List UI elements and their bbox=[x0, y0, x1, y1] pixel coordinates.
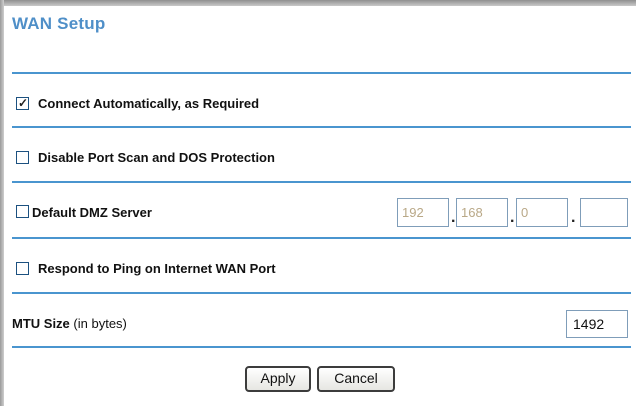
dmz-ip-octet-3[interactable]: 0 bbox=[516, 198, 568, 227]
ip-dot-separator: . bbox=[510, 209, 515, 226]
mtu-size-label-bold: MTU Size bbox=[12, 316, 70, 331]
check-icon: ✓ bbox=[18, 96, 29, 110]
separator bbox=[12, 292, 631, 294]
window-frame-top bbox=[0, 0, 636, 6]
connect-auto-label: Connect Automatically, as Required bbox=[38, 96, 260, 111]
apply-button[interactable]: Apply bbox=[245, 366, 311, 392]
cancel-button[interactable]: Cancel bbox=[317, 366, 395, 392]
separator bbox=[12, 126, 631, 128]
respond-ping-checkbox[interactable] bbox=[16, 262, 29, 275]
dmz-server-label: Default DMZ Server bbox=[32, 205, 152, 220]
mtu-size-label-suffix: (in bytes) bbox=[73, 316, 127, 331]
ip-dot-separator: . bbox=[451, 209, 456, 226]
page-title: WAN Setup bbox=[12, 14, 106, 33]
mtu-size-input[interactable]: 1492 bbox=[566, 310, 628, 338]
dmz-ip-octet-1[interactable]: 192 bbox=[397, 198, 449, 227]
dmz-server-checkbox[interactable] bbox=[16, 205, 29, 218]
separator bbox=[12, 346, 631, 348]
separator bbox=[12, 72, 631, 74]
separator bbox=[12, 237, 631, 239]
dmz-ip-octet-2[interactable]: 168 bbox=[456, 198, 508, 227]
dmz-ip-octet-4[interactable] bbox=[580, 198, 628, 227]
ip-dot-separator: . bbox=[571, 209, 576, 226]
window-frame-left bbox=[0, 0, 4, 406]
mtu-size-label: MTU Size (in bytes) bbox=[12, 316, 127, 331]
disable-port-scan-checkbox[interactable] bbox=[16, 151, 29, 164]
respond-ping-label: Respond to Ping on Internet WAN Port bbox=[38, 261, 276, 276]
disable-port-scan-label: Disable Port Scan and DOS Protection bbox=[38, 150, 275, 165]
separator bbox=[12, 181, 631, 183]
connect-auto-checkbox[interactable]: ✓ bbox=[16, 96, 29, 110]
